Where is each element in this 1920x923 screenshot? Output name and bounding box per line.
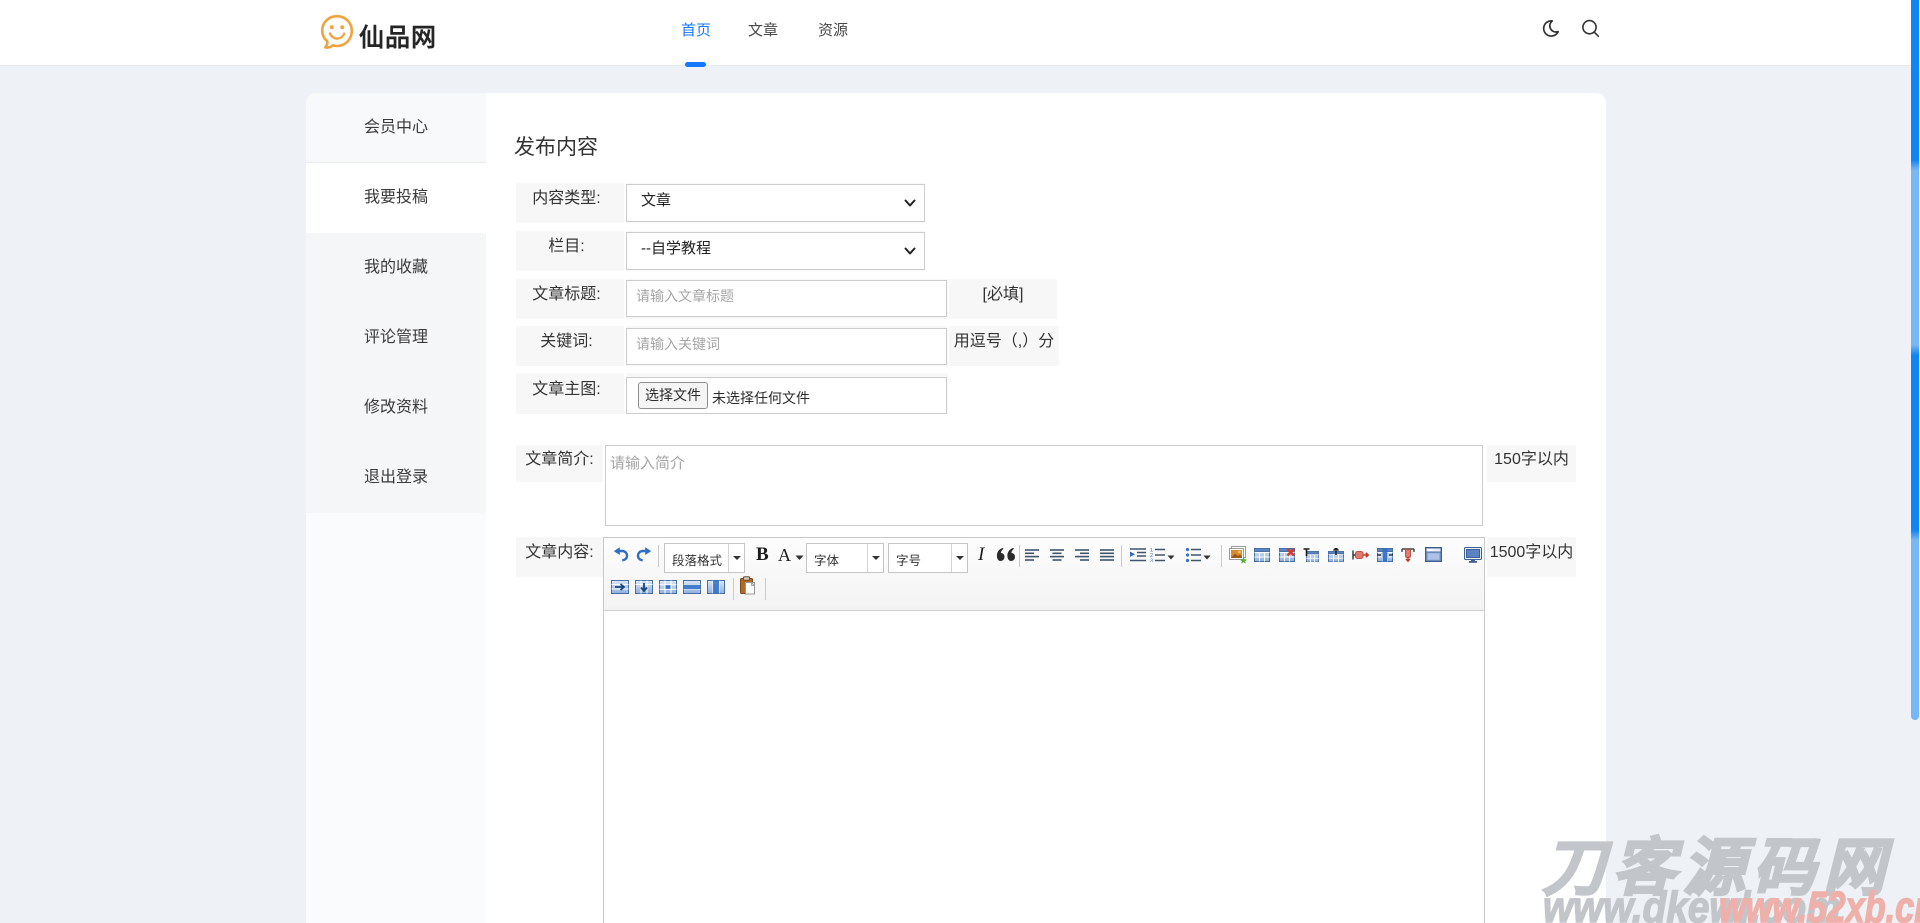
svg-text:3: 3 (1150, 559, 1153, 563)
